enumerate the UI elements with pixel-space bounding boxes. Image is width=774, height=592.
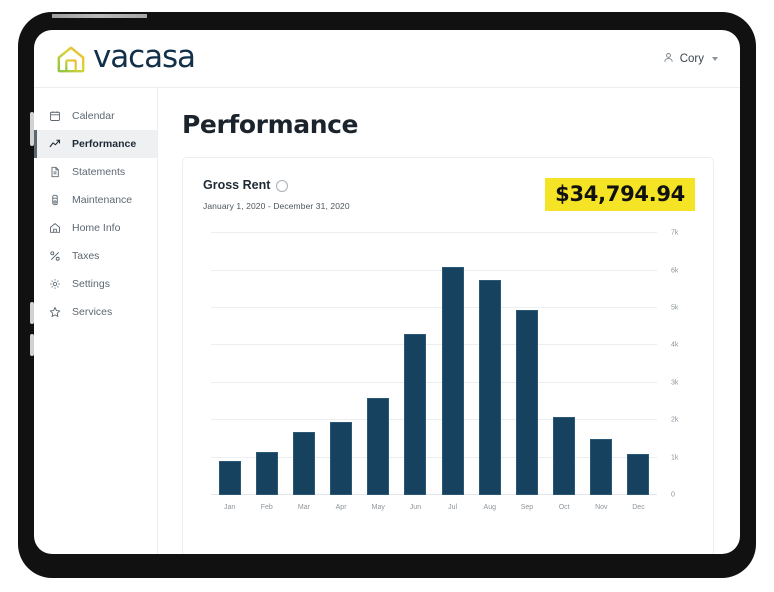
- chart-bar[interactable]: [404, 334, 427, 496]
- sidebar-item-services[interactable]: Services: [34, 298, 157, 326]
- chart-bar[interactable]: [255, 452, 278, 496]
- chart-bars: [211, 233, 657, 496]
- sidebar-item-label: Performance: [72, 138, 137, 150]
- sidebar-item-label: Taxes: [72, 250, 100, 262]
- chart-bar-column[interactable]: [471, 233, 508, 496]
- vacasa-wordmark: vacasa: [93, 38, 196, 75]
- chart-bar[interactable]: [515, 309, 538, 496]
- gross-rent-total: $34,794.94: [545, 178, 695, 212]
- percent-icon: [48, 250, 61, 262]
- x-axis-tick-label: Sep: [520, 504, 534, 512]
- chart-bar-column[interactable]: [360, 233, 397, 496]
- chart-bar[interactable]: [292, 431, 315, 496]
- y-axis-tick-label: 4k: [671, 341, 679, 349]
- calendar-icon: [48, 110, 61, 122]
- metric-label: Gross Rent: [203, 178, 271, 192]
- chart-bar[interactable]: [627, 453, 650, 496]
- info-circle-icon[interactable]: [276, 180, 289, 192]
- chart-bar-column[interactable]: [434, 233, 471, 496]
- sidebar-item-home-info[interactable]: Home Info: [34, 214, 157, 242]
- card-header: Gross Rent January 1, 2020 - December 31…: [203, 178, 695, 212]
- sidebar-item-label: Home Info: [72, 222, 121, 234]
- y-axis-tick-label: 0: [671, 491, 675, 499]
- trending-up-icon: [48, 138, 61, 150]
- gear-icon: [48, 278, 61, 290]
- gross-rent-bar-chart: 0 1k 2k 3k 4k 5k 6k 7k Jan Feb Mar Apr May Jun Jul Aug…: [203, 229, 695, 521]
- wrench-icon: [48, 194, 61, 206]
- x-axis-tick-label: Dec: [632, 504, 645, 512]
- chart-bar-column[interactable]: [323, 233, 360, 496]
- x-axis-tick-label: Feb: [260, 504, 273, 512]
- chart-plot-area: [211, 232, 657, 496]
- sidebar-item-performance[interactable]: Performance: [34, 130, 157, 158]
- app-body: Calendar Performance Statements Maintenance…: [34, 88, 740, 554]
- x-axis-tick-label: Oct: [558, 504, 570, 512]
- chart-y-axis: 0 1k 2k 3k 4k 5k 6k 7k: [661, 229, 695, 499]
- chart-bar[interactable]: [553, 416, 576, 496]
- y-axis-tick-label: 7k: [671, 229, 679, 237]
- metric-label-row: Gross Rent: [203, 178, 350, 192]
- person-icon: [663, 52, 674, 66]
- x-axis-tick-label: Apr: [335, 504, 347, 512]
- sidebar-item-settings[interactable]: Settings: [34, 270, 157, 298]
- sidebar-item-maintenance[interactable]: Maintenance: [34, 186, 157, 214]
- sidebar-item-label: Services: [72, 306, 113, 318]
- chart-bar-column[interactable]: [211, 233, 248, 496]
- chart-bar[interactable]: [330, 422, 353, 496]
- sidebar-item-taxes[interactable]: Taxes: [34, 242, 157, 270]
- x-axis-tick-label: Jan: [223, 504, 236, 512]
- chart-bar-column[interactable]: [508, 233, 545, 496]
- chart-bar-column[interactable]: [620, 233, 657, 496]
- tablet-device-frame: vacasa Cory Calendar Performance Statement…: [18, 12, 756, 578]
- chart-bar[interactable]: [367, 397, 390, 496]
- page-title: Performance: [182, 110, 359, 139]
- house-icon: [56, 44, 86, 74]
- date-range: January 1, 2020 - December 31, 2020: [203, 201, 350, 211]
- chart-bar[interactable]: [218, 461, 241, 496]
- chart-bar-column[interactable]: [285, 233, 322, 496]
- y-axis-tick-label: 5k: [671, 304, 679, 312]
- x-axis-tick-label: Mar: [297, 504, 310, 512]
- document-icon: [48, 166, 61, 178]
- sidebar-item-label: Statements: [72, 166, 126, 178]
- chart-bar-column[interactable]: [583, 233, 620, 496]
- account-name: Cory: [679, 52, 704, 65]
- y-axis-tick-label: 3k: [671, 379, 679, 387]
- y-axis-tick-label: 6k: [671, 267, 679, 275]
- chart-bar[interactable]: [441, 266, 464, 496]
- chart-bar-column[interactable]: [546, 233, 583, 496]
- y-axis-tick-label: 2k: [671, 416, 679, 424]
- tablet-screen: vacasa Cory Calendar Performance Statement…: [34, 30, 740, 554]
- chart-bar-column[interactable]: [397, 233, 434, 496]
- chart-x-axis: Jan Feb Mar Apr May Jun Jul Aug Sep Oct Nov Dec: [211, 497, 657, 521]
- app-header: vacasa Cory: [34, 30, 740, 88]
- chart-bar-column[interactable]: [248, 233, 285, 496]
- x-axis-tick-label: May: [371, 504, 385, 512]
- x-axis-tick-label: Jun: [409, 504, 422, 512]
- gross-rent-card: Gross Rent January 1, 2020 - December 31…: [182, 157, 714, 554]
- star-icon: [48, 306, 61, 318]
- device-top-edge: [52, 14, 147, 18]
- sidebar-item-label: Maintenance: [72, 194, 133, 206]
- chart-bar[interactable]: [590, 439, 613, 496]
- sidebar-item-label: Settings: [72, 278, 110, 290]
- chevron-down-icon: [712, 56, 718, 61]
- sidebar-item-statements[interactable]: Statements: [34, 158, 157, 186]
- main-content: Performance Gross Rent January 1, 2020 -…: [158, 88, 740, 554]
- x-axis-tick-label: Aug: [483, 504, 497, 512]
- card-header-left: Gross Rent January 1, 2020 - December 31…: [203, 178, 350, 211]
- y-axis-tick-label: 1k: [671, 454, 679, 462]
- sidebar-navigation: Calendar Performance Statements Maintenance…: [34, 88, 158, 554]
- x-axis-tick-label: Jul: [448, 504, 458, 512]
- x-axis-tick-label: Nov: [595, 504, 608, 512]
- chart-bar[interactable]: [478, 279, 501, 496]
- sidebar-item-calendar[interactable]: Calendar: [34, 102, 157, 130]
- vacasa-logo[interactable]: vacasa: [56, 38, 196, 76]
- home-icon: [48, 222, 61, 234]
- account-menu[interactable]: Cory: [663, 52, 718, 66]
- sidebar-item-label: Calendar: [72, 110, 115, 122]
